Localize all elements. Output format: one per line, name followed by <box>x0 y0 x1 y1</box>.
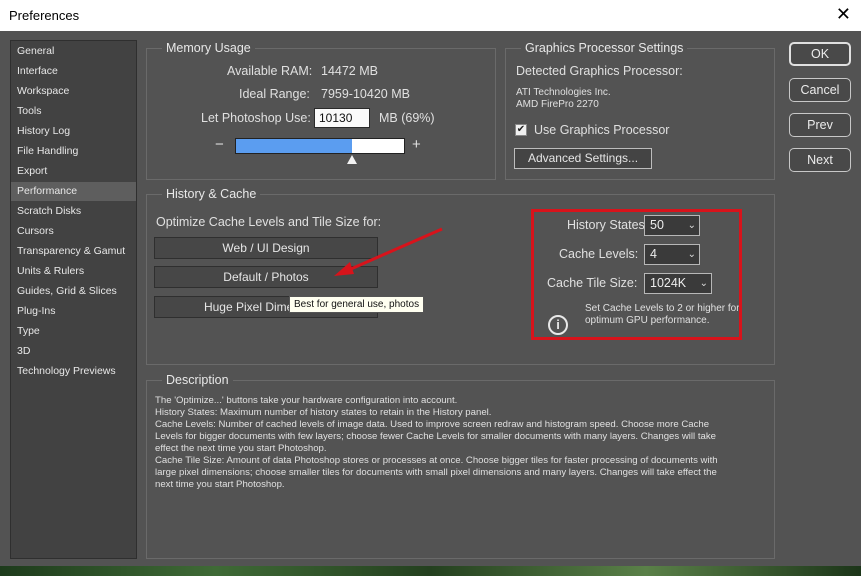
description-line: next time you start Photoshop. <box>155 479 285 490</box>
cancel-button[interactable]: Cancel <box>789 78 851 102</box>
description-line: effect the next time you start Photoshop… <box>155 443 327 454</box>
advanced-settings-button[interactable]: Advanced Settings... <box>514 148 652 169</box>
description-title: Description <box>162 373 233 387</box>
available-ram-label: Available RAM: <box>227 64 313 78</box>
annotation-arrow-icon <box>334 227 443 276</box>
use-gpu-checkbox[interactable]: ✔ <box>515 124 527 136</box>
description-line: large pixel dimensions; choose smaller t… <box>155 467 717 478</box>
sidebar-item-interface[interactable]: Interface <box>11 62 136 81</box>
description-line: Levels for bigger documents with few lay… <box>155 431 716 442</box>
gpu-model: AMD FirePro 2270 <box>516 99 599 110</box>
sidebar-item-export[interactable]: Export <box>11 162 136 181</box>
desktop-background <box>0 566 861 576</box>
sidebar-item-file-handling[interactable]: File Handling <box>11 142 136 161</box>
description-line: Cache Levels: Number of cached levels of… <box>155 419 710 430</box>
gpu-vendor: ATI Technologies Inc. <box>516 87 611 98</box>
memory-usage-title: Memory Usage <box>162 41 255 55</box>
sidebar-item-type[interactable]: Type <box>11 322 136 341</box>
detected-gpu-label: Detected Graphics Processor: <box>516 64 683 78</box>
close-icon[interactable]: ✕ <box>836 4 851 25</box>
sidebar-item-history-log[interactable]: History Log <box>11 122 136 141</box>
available-ram-value: 14472 MB <box>321 64 378 78</box>
description-text: The 'Optimize...' buttons take your hard… <box>155 395 755 491</box>
tooltip: Best for general use, photos <box>289 296 425 313</box>
sidebar-item-performance[interactable]: Performance <box>11 182 136 201</box>
gpu-settings-title: Graphics Processor Settings <box>521 41 688 55</box>
ideal-range-label: Ideal Range: <box>239 87 310 101</box>
sidebar-item-plug-ins[interactable]: Plug-Ins <box>11 302 136 321</box>
prev-button[interactable]: Prev <box>789 113 851 137</box>
sidebar-item-units-rulers[interactable]: Units & Rulers <box>11 262 136 281</box>
use-gpu-label: Use Graphics Processor <box>534 123 670 137</box>
ok-button[interactable]: OK <box>789 42 851 66</box>
description-line: History States: Maximum number of histor… <box>155 407 492 418</box>
sidebar-item-3d[interactable]: 3D <box>11 342 136 361</box>
history-cache-title: History & Cache <box>162 187 261 201</box>
sidebar-item-transparency-gamut[interactable]: Transparency & Gamut <box>11 242 136 261</box>
sidebar-item-tools[interactable]: Tools <box>11 102 136 121</box>
description-line: The 'Optimize...' buttons take your hard… <box>155 395 458 406</box>
minus-icon[interactable]: − <box>215 136 224 153</box>
preferences-window: Preferences ✕ General Interface Workspac… <box>0 0 861 568</box>
plus-icon[interactable]: + <box>412 136 421 153</box>
sidebar-item-scratch-disks[interactable]: Scratch Disks <box>11 202 136 221</box>
sidebar-item-workspace[interactable]: Workspace <box>11 82 136 101</box>
sidebar-item-guides-grid-slices[interactable]: Guides, Grid & Slices <box>11 282 136 301</box>
memory-slider-fill <box>236 139 352 153</box>
next-button[interactable]: Next <box>789 148 851 172</box>
description-line: Cache Tile Size: Amount of data Photosho… <box>155 455 718 466</box>
let-photoshop-use-label: Let Photoshop Use: <box>201 111 311 125</box>
sidebar-item-general[interactable]: General <box>11 42 136 61</box>
memory-amount-input[interactable]: 10130 <box>314 108 370 128</box>
sidebar-item-technology-previews[interactable]: Technology Previews <box>11 362 136 381</box>
category-sidebar: General Interface Workspace Tools Histor… <box>10 40 137 559</box>
sidebar-item-cursors[interactable]: Cursors <box>11 222 136 241</box>
slider-thumb-icon[interactable] <box>347 155 358 164</box>
window-title: Preferences <box>9 8 80 23</box>
memory-slider[interactable] <box>235 138 405 154</box>
ideal-range-value: 7959-10420 MB <box>321 87 410 101</box>
title-bar: Preferences ✕ <box>0 0 861 31</box>
annotation-highlight-box <box>531 209 742 340</box>
memory-percent-label: MB (69%) <box>379 111 435 125</box>
